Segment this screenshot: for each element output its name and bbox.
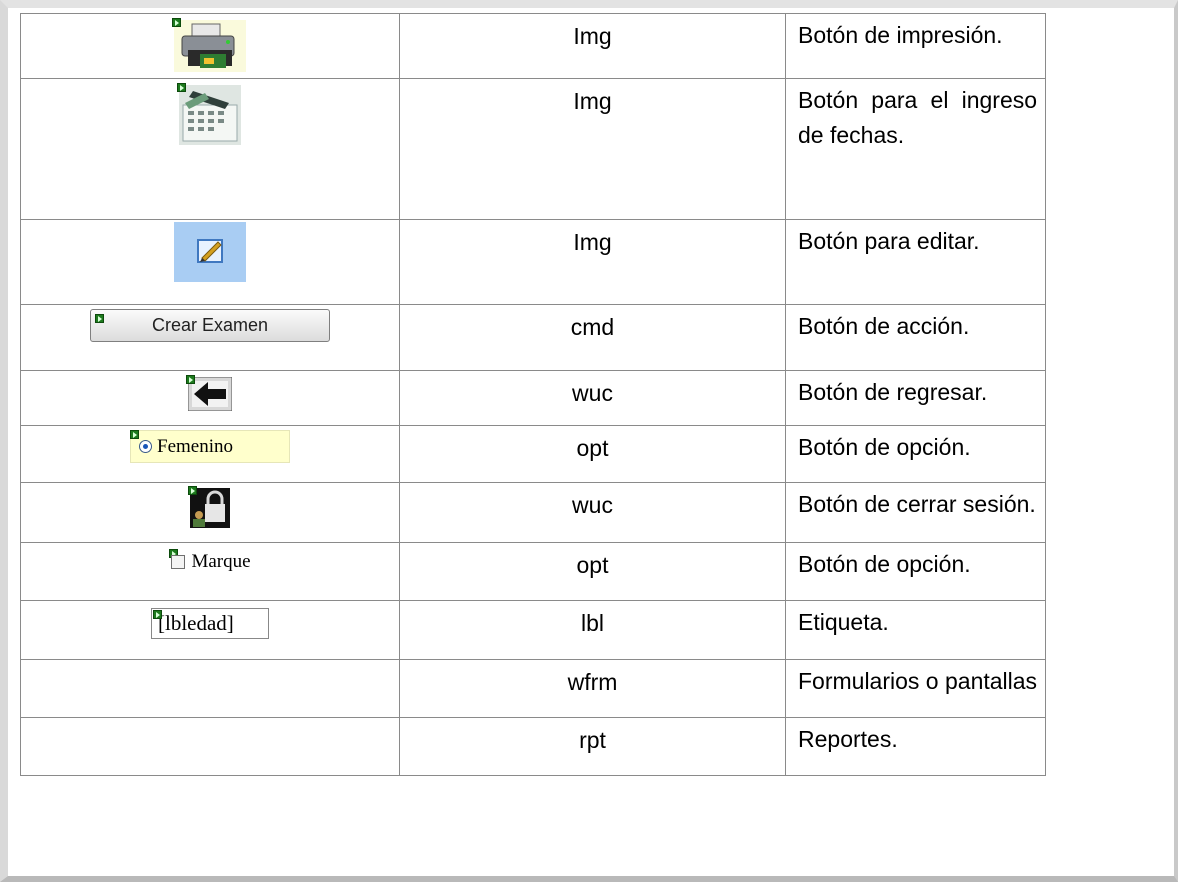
lock-logout-icon xyxy=(188,486,230,534)
table-row: Img Botón para editar. xyxy=(20,219,1047,305)
sample-cell: Femenino xyxy=(20,425,400,483)
type-code: wfrm xyxy=(567,669,618,695)
label-sample: [lbledad] xyxy=(151,608,269,639)
type-cell: lbl xyxy=(399,600,786,660)
description-cell: Botón de cerrar sesión. xyxy=(784,482,1047,543)
description-text: Botón de regresar. xyxy=(798,379,988,405)
printer-icon xyxy=(172,18,246,78)
type-cell: wuc xyxy=(399,482,786,543)
description-text: Botón de cerrar sesión. xyxy=(798,491,1036,517)
description-text: Botón para el ingreso de fechas. xyxy=(798,87,1038,148)
description-cell: Botón de opción. xyxy=(784,542,1047,601)
sample-cell: Crear Examen xyxy=(20,304,400,371)
type-code: Img xyxy=(573,229,612,255)
calendar-date-icon xyxy=(177,83,241,151)
type-code: wuc xyxy=(572,380,613,406)
type-cell: rpt xyxy=(399,717,786,776)
type-cell: cmd xyxy=(399,304,786,371)
sample-cell xyxy=(20,78,400,220)
description-cell: Botón de opción. xyxy=(784,425,1047,483)
description-text: Reportes. xyxy=(798,726,898,752)
type-cell: wuc xyxy=(399,370,786,426)
description-cell: Botón de regresar. xyxy=(784,370,1047,426)
checkbox-sample: Marque xyxy=(169,549,251,573)
back-arrow-icon xyxy=(186,375,233,417)
sample-cell xyxy=(20,13,400,79)
table-row: wuc Botón de regresar. xyxy=(20,370,1047,426)
sample-cell xyxy=(20,659,400,718)
edit-pencil-icon xyxy=(174,222,246,288)
description-cell: Formularios o pantallas xyxy=(784,659,1047,718)
type-code: Img xyxy=(573,88,612,114)
description-cell: Botón para editar. xyxy=(784,219,1047,305)
type-code: wuc xyxy=(572,492,613,518)
type-code: opt xyxy=(576,552,609,578)
crear-examen-button-sample: Crear Examen xyxy=(90,309,330,342)
description-cell: Botón de impresión. xyxy=(784,13,1047,79)
sample-cell xyxy=(20,717,400,776)
sample-cell: [lbledad] xyxy=(20,600,400,660)
description-cell: Etiqueta. xyxy=(784,600,1047,660)
sample-cell xyxy=(20,482,400,543)
label-sample-text: [lbledad] xyxy=(158,611,234,635)
table-row: Marque opt Botón de opción. xyxy=(20,542,1047,601)
type-code: Img xyxy=(573,23,612,49)
type-cell: Img xyxy=(399,13,786,79)
type-code: opt xyxy=(576,435,609,461)
description-text: Botón de opción. xyxy=(798,434,971,460)
table-row: [lbledad] lbl Etiqueta. xyxy=(20,600,1047,660)
description-text: Botón de impresión. xyxy=(798,22,1003,48)
type-code: rpt xyxy=(579,727,606,753)
type-cell: Img xyxy=(399,78,786,220)
table-row: Femenino opt Botón de opción. xyxy=(20,425,1047,483)
checkbox-icon xyxy=(171,555,186,569)
description-cell: Reportes. xyxy=(784,717,1047,776)
description-cell: Botón para el ingreso de fechas. xyxy=(784,78,1047,220)
table-row: wuc Botón de cerrar sesión. xyxy=(20,482,1047,543)
sample-cell: Marque xyxy=(20,542,400,601)
sample-cell xyxy=(20,219,400,305)
type-code: lbl xyxy=(580,610,604,636)
table-row: Img Botón de impresión. xyxy=(20,13,1047,79)
radio-selected-icon xyxy=(139,440,152,453)
description-text: Botón de acción. xyxy=(798,313,970,339)
button-sample-label: Crear Examen xyxy=(151,315,269,335)
type-cell: opt xyxy=(399,542,786,601)
checkbox-sample-label: Marque xyxy=(191,551,251,572)
description-text: Botón para editar. xyxy=(798,228,980,254)
radio-option-sample: Femenino xyxy=(130,430,290,463)
type-cell: opt xyxy=(399,425,786,483)
radio-sample-label: Femenino xyxy=(157,436,233,457)
description-text: Botón de opción. xyxy=(798,551,971,577)
controls-table: Img Botón de impresión. Img Botón para e… xyxy=(20,13,1047,776)
type-cell: Img xyxy=(399,219,786,305)
table-row: wfrm Formularios o pantallas xyxy=(20,659,1047,718)
table-row: rpt Reportes. xyxy=(20,717,1047,776)
type-cell: wfrm xyxy=(399,659,786,718)
description-cell: Botón de acción. xyxy=(784,304,1047,371)
table-row: Img Botón para el ingreso de fechas. xyxy=(20,78,1047,220)
description-text: Formularios o pantallas xyxy=(798,668,1038,694)
description-text: Etiqueta. xyxy=(798,609,889,635)
table-row: Crear Examen cmd Botón de acción. xyxy=(20,304,1047,371)
type-code: cmd xyxy=(570,314,615,340)
sample-cell xyxy=(20,370,400,426)
